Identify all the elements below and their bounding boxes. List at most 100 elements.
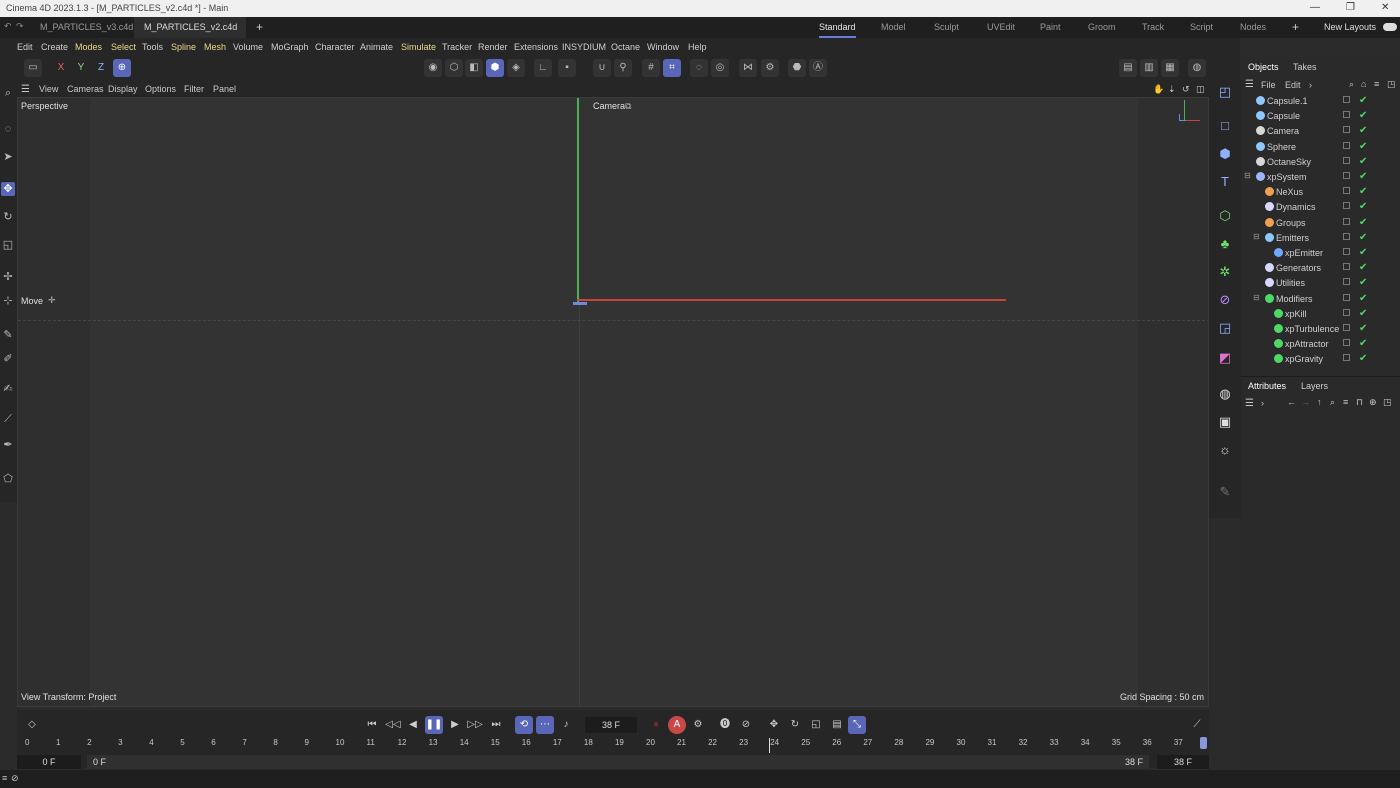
render-view-icon[interactable]: ▤	[1119, 59, 1137, 77]
polygons-mode-icon[interactable]: ⬢	[486, 59, 504, 77]
attributes-menu-icon[interactable]: ☰	[1245, 398, 1254, 409]
filter-icon[interactable]: ≡	[1374, 79, 1379, 89]
tab-attributes[interactable]: Attributes	[1248, 381, 1286, 391]
enabled-check-icon[interactable]: ✔	[1359, 156, 1367, 167]
menu-character[interactable]: Character	[315, 42, 355, 52]
axis-mode-icon[interactable]: ∟	[534, 59, 552, 77]
grid-snap-icon[interactable]: #	[642, 59, 660, 77]
points-mode-icon[interactable]: ⬡	[445, 59, 463, 77]
chevron-right-icon[interactable]: ›	[1309, 80, 1312, 90]
symmetry-icon[interactable]: ⋈	[739, 59, 757, 77]
layer-dot-icon[interactable]	[1343, 248, 1350, 255]
menu-select[interactable]: Select	[111, 42, 136, 52]
layer-dot-icon[interactable]	[1343, 187, 1350, 195]
object-row[interactable]: Dynamics ✔	[1241, 200, 1400, 215]
target-icon[interactable]: ◎	[711, 59, 729, 77]
brush-tool-icon[interactable]: ✒	[1, 438, 15, 452]
tab-takes[interactable]: Takes	[1293, 62, 1317, 72]
rotate-tool-icon[interactable]: ↻	[1, 210, 15, 224]
square-icon[interactable]: □	[1215, 116, 1235, 136]
add-layout-icon[interactable]: +	[1292, 17, 1299, 38]
axis-z-toggle[interactable]: Z	[92, 59, 110, 77]
close-icon[interactable]: ✕	[1381, 2, 1389, 13]
layout-paint[interactable]: Paint	[1040, 17, 1061, 38]
viewport-menu-view[interactable]: View	[39, 84, 58, 94]
axis-x-toggle[interactable]: X	[52, 59, 70, 77]
objects-menu-edit[interactable]: Edit	[1285, 80, 1301, 90]
enabled-check-icon[interactable]: ✔	[1359, 277, 1367, 288]
tab-layers[interactable]: Layers	[1301, 381, 1328, 391]
lock-icon[interactable]: ⊓	[1356, 397, 1363, 408]
menu-tracker[interactable]: Tracker	[442, 42, 472, 52]
object-row[interactable]: ⊟ xpSystem ✔	[1241, 170, 1400, 185]
timeline-ruler[interactable]: 0 1 2 3 4 5 6 7 8 9 10 11 12 13 14 15 16 17 18 19 20 21 22 23 24…	[17, 710, 1209, 750]
generator-icon[interactable]: ⬡	[1215, 206, 1235, 226]
solo-icon[interactable]: ▪	[558, 59, 576, 77]
render-region-icon[interactable]: ◌	[690, 59, 708, 77]
layer-dot-icon[interactable]	[1343, 354, 1350, 362]
uv-mode-icon[interactable]: ◈	[507, 59, 525, 77]
redo-icon[interactable]: ↷	[16, 21, 24, 32]
view-panel-icon[interactable]: ◰	[1215, 82, 1235, 102]
enabled-check-icon[interactable]: ✔	[1359, 338, 1367, 349]
undo-stack-icon[interactable]: ▭	[24, 59, 42, 77]
object-row[interactable]: OctaneSky ✔	[1241, 155, 1400, 170]
objects-menu-icon[interactable]: ☰	[1245, 79, 1254, 90]
bevel-tool-icon[interactable]: ⬠	[1, 472, 15, 486]
search-icon[interactable]: ⌕	[1330, 397, 1335, 408]
object-row[interactable]: xpGravity ✔	[1241, 352, 1400, 366]
settings-gear-icon[interactable]: ⚙	[761, 59, 779, 77]
menu-insydium[interactable]: INSYDIUM	[562, 42, 606, 52]
enabled-check-icon[interactable]: ✔	[1359, 171, 1367, 182]
light-icon[interactable]: ☼	[1215, 440, 1235, 460]
enabled-check-icon[interactable]: ✔	[1359, 186, 1367, 197]
enabled-check-icon[interactable]: ✔	[1359, 141, 1367, 152]
enabled-check-icon[interactable]: ✔	[1359, 293, 1367, 304]
menu-create[interactable]: Create	[41, 42, 68, 52]
workplane-snap-icon[interactable]: ⌗	[663, 59, 681, 77]
menu-extensions[interactable]: Extensions	[514, 42, 558, 52]
live-selection-icon[interactable]: ◌	[1, 122, 15, 136]
object-row[interactable]: Sphere ✔	[1241, 140, 1400, 155]
magnet-icon[interactable]: ∪	[593, 59, 611, 77]
home-icon[interactable]: ⌂	[1361, 79, 1366, 89]
viewport-menu-panel[interactable]: Panel	[213, 84, 236, 94]
octane-icon[interactable]: ⬣	[788, 59, 806, 77]
layout-sculpt[interactable]: Sculpt	[934, 17, 959, 38]
enabled-check-icon[interactable]: ✔	[1359, 247, 1367, 258]
layout-toggle[interactable]	[1383, 23, 1397, 31]
cloner-icon[interactable]: ♣	[1215, 234, 1235, 254]
menu-volume[interactable]: Volume	[233, 42, 263, 52]
menu-window[interactable]: Window	[647, 42, 679, 52]
menu-modes[interactable]: Modes	[75, 42, 102, 52]
enabled-check-icon[interactable]: ✔	[1359, 308, 1367, 319]
new-layouts-button[interactable]: New Layouts	[1324, 17, 1376, 38]
layer-dot-icon[interactable]	[1343, 339, 1350, 347]
minimize-icon[interactable]: —	[1310, 2, 1320, 13]
objects-menu-file[interactable]: File	[1261, 80, 1276, 90]
pan-icon[interactable]: ✋	[1153, 84, 1164, 95]
enabled-check-icon[interactable]: ✔	[1359, 125, 1367, 136]
select-arrow-icon[interactable]: ➤	[1, 150, 15, 164]
viewport-menu-display[interactable]: Display	[108, 84, 138, 94]
layout-standard[interactable]: Standard	[819, 17, 856, 38]
object-row[interactable]: ⊟ Modifiers ✔	[1241, 292, 1400, 307]
octane-live-viewer-icon[interactable]: ◍	[1188, 59, 1206, 77]
preview-end-field[interactable]: 38 F	[1157, 755, 1209, 769]
enabled-check-icon[interactable]: ✔	[1359, 232, 1367, 243]
object-row[interactable]: NeXus ✔	[1241, 185, 1400, 200]
layout-script[interactable]: Script	[1190, 17, 1213, 38]
menu-spline[interactable]: Spline	[171, 42, 196, 52]
object-row[interactable]: ⊟ Emitters ✔	[1241, 231, 1400, 246]
layout-groom[interactable]: Groom	[1088, 17, 1116, 38]
object-row[interactable]: xpTurbulence ✔	[1241, 322, 1400, 337]
new-window-icon[interactable]: ◳	[1387, 79, 1396, 90]
layout-track[interactable]: Track	[1142, 17, 1164, 38]
search-icon[interactable]: ⌕	[1349, 79, 1354, 90]
camera-object-icon[interactable]: ▣	[1215, 412, 1235, 432]
layer-dot-icon[interactable]	[1343, 263, 1350, 271]
collapse-icon[interactable]: ⊟	[1244, 171, 1251, 180]
chevron-right-icon[interactable]: ›	[1261, 398, 1264, 408]
enabled-check-icon[interactable]: ✔	[1359, 262, 1367, 273]
object-row[interactable]: xpKill ✔	[1241, 307, 1400, 322]
